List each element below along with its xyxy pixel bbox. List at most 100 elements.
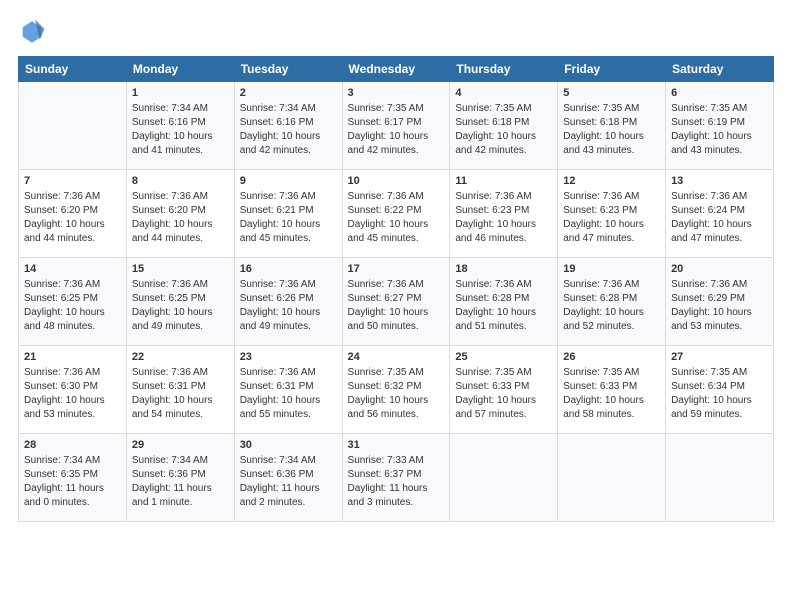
- day-info: Sunrise: 7:36 AM: [132, 278, 229, 292]
- day-info: Sunset: 6:33 PM: [455, 380, 552, 394]
- day-number: 17: [348, 262, 445, 277]
- day-cell: 7Sunrise: 7:36 AMSunset: 6:20 PMDaylight…: [19, 170, 127, 258]
- day-number: 19: [563, 262, 660, 277]
- day-cell: [450, 434, 558, 522]
- day-info: Sunset: 6:17 PM: [348, 116, 445, 130]
- day-info: Sunset: 6:21 PM: [240, 204, 337, 218]
- day-info: Sunrise: 7:35 AM: [455, 366, 552, 380]
- day-info: and 51 minutes.: [455, 320, 552, 334]
- day-cell: [666, 434, 774, 522]
- day-info: and 0 minutes.: [24, 496, 121, 510]
- day-info: Sunset: 6:25 PM: [24, 292, 121, 306]
- day-info: Daylight: 10 hours: [455, 306, 552, 320]
- day-info: and 41 minutes.: [132, 144, 229, 158]
- day-number: 5: [563, 86, 660, 101]
- day-cell: 18Sunrise: 7:36 AMSunset: 6:28 PMDayligh…: [450, 258, 558, 346]
- day-info: Daylight: 10 hours: [455, 394, 552, 408]
- day-info: and 45 minutes.: [348, 232, 445, 246]
- day-info: Daylight: 10 hours: [24, 394, 121, 408]
- week-row-4: 21Sunrise: 7:36 AMSunset: 6:30 PMDayligh…: [19, 346, 774, 434]
- day-info: Sunrise: 7:36 AM: [563, 190, 660, 204]
- day-info: Sunset: 6:36 PM: [240, 468, 337, 482]
- day-cell: 26Sunrise: 7:35 AMSunset: 6:33 PMDayligh…: [558, 346, 666, 434]
- day-info: and 2 minutes.: [240, 496, 337, 510]
- day-number: 14: [24, 262, 121, 277]
- day-info: Sunset: 6:20 PM: [24, 204, 121, 218]
- day-number: 11: [455, 174, 552, 189]
- day-info: Daylight: 10 hours: [455, 130, 552, 144]
- day-number: 2: [240, 86, 337, 101]
- day-number: 10: [348, 174, 445, 189]
- day-info: Sunset: 6:18 PM: [563, 116, 660, 130]
- day-number: 20: [671, 262, 768, 277]
- day-number: 8: [132, 174, 229, 189]
- day-cell: 23Sunrise: 7:36 AMSunset: 6:31 PMDayligh…: [234, 346, 342, 434]
- day-info: Sunrise: 7:36 AM: [455, 190, 552, 204]
- day-cell: 19Sunrise: 7:36 AMSunset: 6:28 PMDayligh…: [558, 258, 666, 346]
- page: SundayMondayTuesdayWednesdayThursdayFrid…: [0, 0, 792, 532]
- day-cell: 2Sunrise: 7:34 AMSunset: 6:16 PMDaylight…: [234, 82, 342, 170]
- day-info: Sunrise: 7:35 AM: [563, 102, 660, 116]
- day-number: 31: [348, 438, 445, 453]
- day-number: 13: [671, 174, 768, 189]
- day-number: 24: [348, 350, 445, 365]
- day-cell: 1Sunrise: 7:34 AMSunset: 6:16 PMDaylight…: [126, 82, 234, 170]
- day-info: and 45 minutes.: [240, 232, 337, 246]
- day-info: Sunset: 6:37 PM: [348, 468, 445, 482]
- day-cell: 11Sunrise: 7:36 AMSunset: 6:23 PMDayligh…: [450, 170, 558, 258]
- day-info: Daylight: 11 hours: [240, 482, 337, 496]
- day-number: 3: [348, 86, 445, 101]
- day-info: Sunrise: 7:34 AM: [240, 102, 337, 116]
- day-info: and 43 minutes.: [671, 144, 768, 158]
- day-info: Daylight: 10 hours: [563, 130, 660, 144]
- day-info: Sunrise: 7:34 AM: [240, 454, 337, 468]
- calendar-table: SundayMondayTuesdayWednesdayThursdayFrid…: [18, 56, 774, 522]
- day-info: Daylight: 10 hours: [455, 218, 552, 232]
- day-number: 6: [671, 86, 768, 101]
- day-cell: 28Sunrise: 7:34 AMSunset: 6:35 PMDayligh…: [19, 434, 127, 522]
- day-info: Sunset: 6:16 PM: [132, 116, 229, 130]
- day-info: Daylight: 10 hours: [348, 306, 445, 320]
- day-info: and 52 minutes.: [563, 320, 660, 334]
- logo-icon: [18, 18, 46, 46]
- day-cell: [19, 82, 127, 170]
- header: [18, 18, 774, 46]
- day-info: Daylight: 10 hours: [671, 130, 768, 144]
- day-info: and 3 minutes.: [348, 496, 445, 510]
- day-info: and 53 minutes.: [24, 408, 121, 422]
- day-info: Sunset: 6:34 PM: [671, 380, 768, 394]
- day-info: Sunrise: 7:35 AM: [455, 102, 552, 116]
- day-info: Sunrise: 7:36 AM: [671, 278, 768, 292]
- week-row-5: 28 Sunrise: 7:34 AM Sunset: 6:35 PM Dayligh…: [19, 434, 774, 522]
- logo: [18, 18, 50, 46]
- day-info: Daylight: 10 hours: [563, 218, 660, 232]
- day-info: Sunrise: 7:36 AM: [455, 278, 552, 292]
- day-info: and 46 minutes.: [455, 232, 552, 246]
- day-info: Sunrise: 7:35 AM: [348, 366, 445, 380]
- day-cell: 15Sunrise: 7:36 AMSunset: 6:25 PMDayligh…: [126, 258, 234, 346]
- day-info: Daylight: 10 hours: [240, 394, 337, 408]
- day-info: and 42 minutes.: [348, 144, 445, 158]
- day-cell: 3Sunrise: 7:35 AMSunset: 6:17 PMDaylight…: [342, 82, 450, 170]
- day-info: Sunrise: 7:35 AM: [671, 102, 768, 116]
- day-info: Sunset: 6:30 PM: [24, 380, 121, 394]
- day-info: Sunset: 6:26 PM: [240, 292, 337, 306]
- day-cell: 31Sunrise: 7:33 AMSunset: 6:37 PMDayligh…: [342, 434, 450, 522]
- week-row-1: 1Sunrise: 7:34 AMSunset: 6:16 PMDaylight…: [19, 82, 774, 170]
- day-info: and 50 minutes.: [348, 320, 445, 334]
- day-info: Sunrise: 7:34 AM: [132, 454, 229, 468]
- day-cell: 14Sunrise: 7:36 AMSunset: 6:25 PMDayligh…: [19, 258, 127, 346]
- day-info: Sunset: 6:35 PM: [24, 468, 121, 482]
- day-cell: 29Sunrise: 7:34 AMSunset: 6:36 PMDayligh…: [126, 434, 234, 522]
- day-info: and 44 minutes.: [132, 232, 229, 246]
- day-cell: 30Sunrise: 7:34 AMSunset: 6:36 PMDayligh…: [234, 434, 342, 522]
- day-cell: 17Sunrise: 7:36 AMSunset: 6:27 PMDayligh…: [342, 258, 450, 346]
- day-cell: 25Sunrise: 7:35 AMSunset: 6:33 PMDayligh…: [450, 346, 558, 434]
- day-info: Sunset: 6:28 PM: [563, 292, 660, 306]
- col-header-monday: Monday: [126, 57, 234, 82]
- day-info: Sunrise: 7:36 AM: [132, 190, 229, 204]
- day-info: Sunset: 6:31 PM: [132, 380, 229, 394]
- day-number: 30: [240, 438, 337, 453]
- day-number: 28: [24, 438, 121, 453]
- day-info: and 47 minutes.: [671, 232, 768, 246]
